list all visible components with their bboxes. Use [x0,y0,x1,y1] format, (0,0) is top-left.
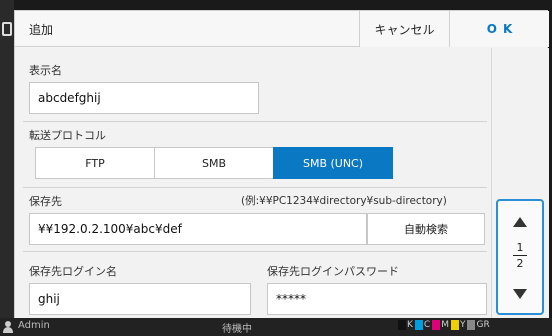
cancel-button[interactable]: キャンセル [359,11,449,47]
home-icon [2,22,12,36]
ink-label: GR [476,320,490,330]
divider [23,187,487,188]
ink-swatch [432,320,441,330]
ink-gr: GR [467,320,490,330]
login-name-field[interactable]: ghij [29,283,251,315]
destination-field[interactable]: ¥¥192.0.2.100¥abc¥def [29,213,367,245]
ink-label: Y [459,320,466,330]
password-field[interactable]: ***** [267,283,487,315]
divider [23,251,487,252]
ink-levels: K C M Y GR [398,320,490,330]
dialog-title: 追加 [29,23,54,37]
protocol-option-smb[interactable]: SMB [154,147,274,179]
protocol-option-smb-unc[interactable]: SMB (UNC) [273,147,393,179]
destination-label: 保存先 [29,195,62,208]
protocol-option-ftp[interactable]: FTP [35,147,155,179]
total-pages: 2 [516,257,524,270]
display-name-field[interactable]: abcdefghij [29,82,259,114]
ink-c: C [414,320,431,330]
ink-label: K [407,320,413,330]
current-page: 1 [516,241,524,254]
status-bar: Admin 待機中 K C M Y GR [0,318,552,336]
page-scroller: 1 2 [496,199,544,315]
ink-swatch [467,320,476,330]
fraction-line [513,255,527,256]
display-name-label: 表示名 [29,64,62,77]
password-label: 保存先ログインパスワード [267,265,399,278]
add-destination-dialog: 追加 キャンセル OK 表示名 abcdefghij 転送プロトコル FTP S… [14,10,549,320]
ink-k: K [398,320,413,330]
ink-y: Y [450,320,466,330]
divider [23,121,487,122]
ok-button[interactable]: OK [449,11,549,47]
protocol-label: 転送プロトコル [29,129,106,142]
ink-label: M [441,320,449,330]
status-user: Admin [18,320,50,331]
triangle-down-icon [513,289,527,299]
page-indicator: 1 2 [498,241,542,270]
form-content: 表示名 abcdefghij 転送プロトコル FTP SMB SMB (UNC)… [15,48,491,320]
scroll-down-button[interactable] [506,281,534,307]
ink-swatch [398,320,406,330]
ink-swatch [414,320,423,330]
triangle-up-icon [513,217,527,227]
device-bezel [0,0,14,336]
user-icon [2,321,14,333]
auto-search-button[interactable]: 自動検索 [367,213,485,245]
scroll-up-button[interactable] [506,209,534,235]
dialog-header: 追加 キャンセル OK [15,11,549,47]
ink-label: C [423,320,431,330]
ink-swatch [450,320,459,330]
ink-m: M [432,320,449,330]
destination-hint: (例:¥¥PC1234¥directory¥sub-directory) [241,195,447,207]
status-state: 待機中 [222,324,252,335]
login-name-label: 保存先ログイン名 [29,265,117,278]
